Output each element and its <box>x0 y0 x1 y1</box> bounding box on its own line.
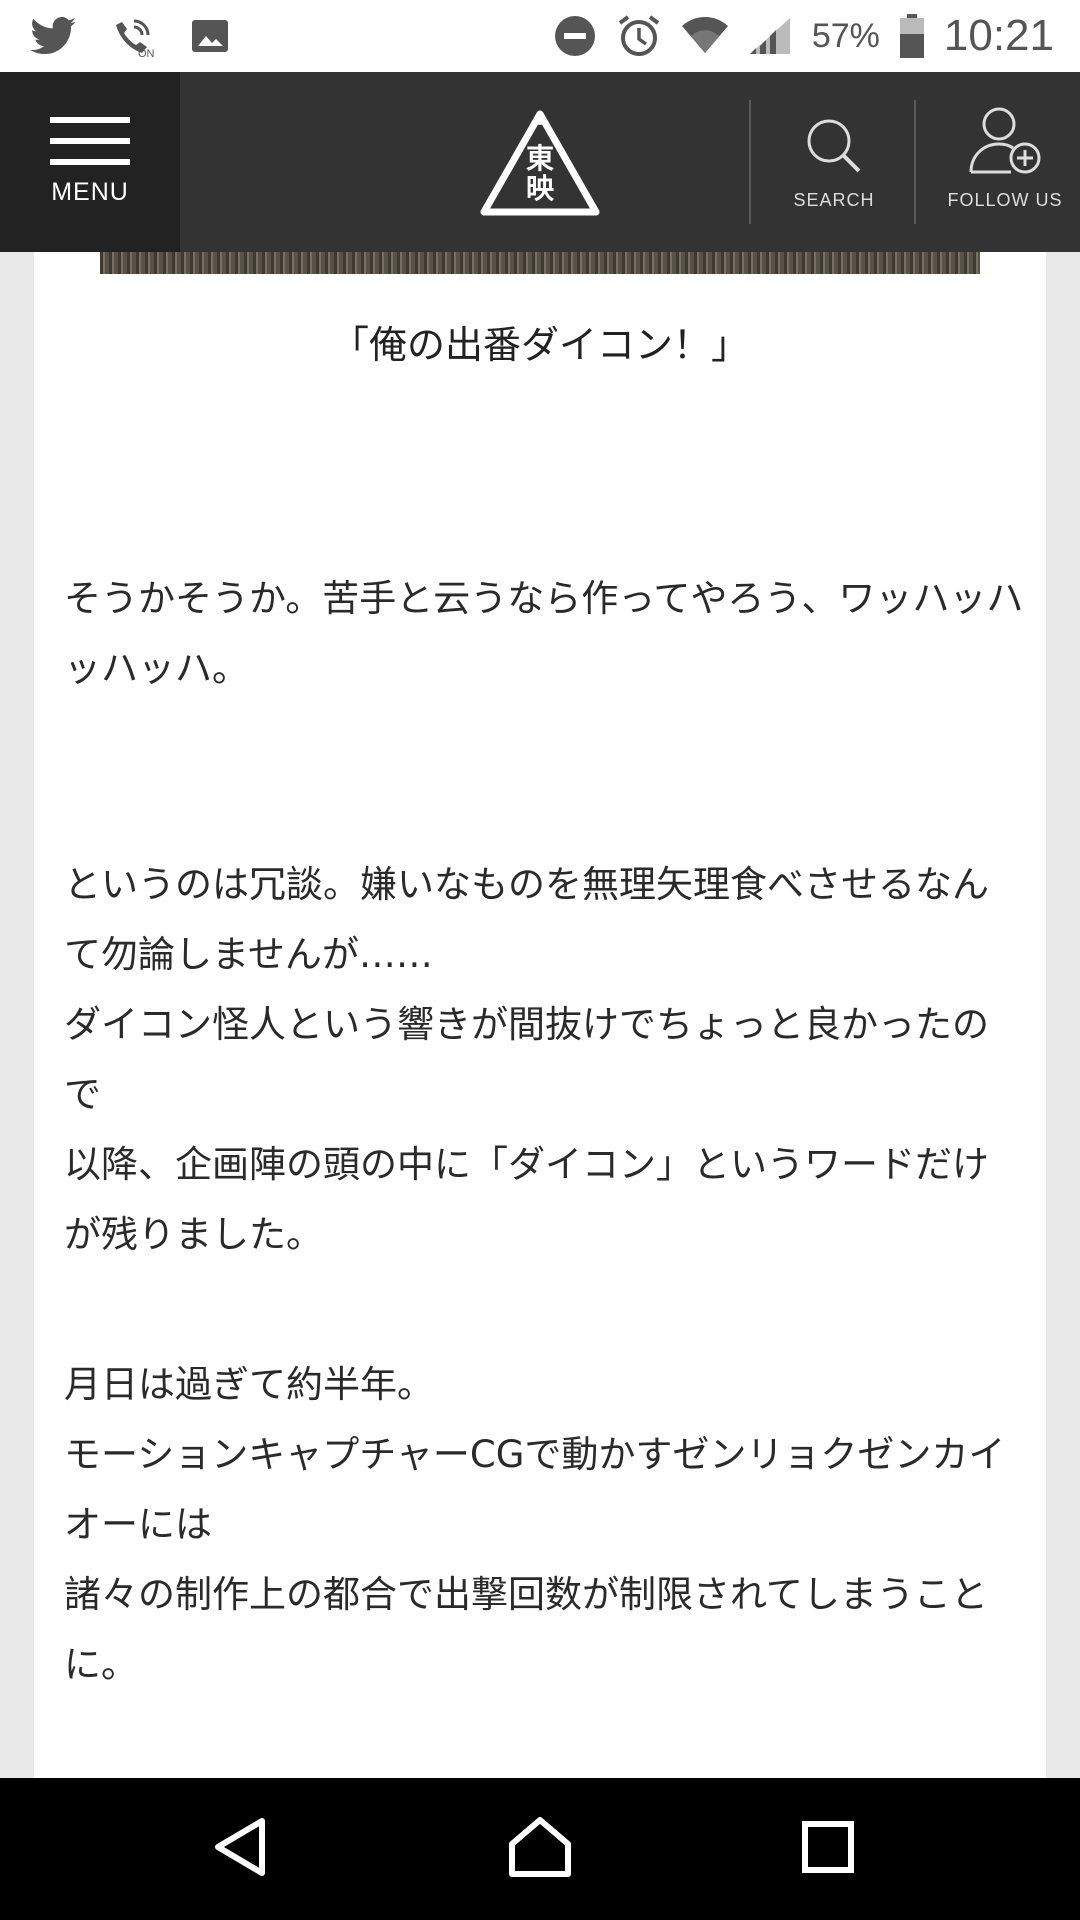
article-paragraph: モーションキャプチャーCGで動かすゼンリョクゼンカイオーには <box>64 1433 1006 1546</box>
menu-button[interactable]: MENU <box>0 72 180 252</box>
twitter-icon <box>30 17 76 55</box>
wifi-calling-icon: ON <box>110 13 156 59</box>
menu-label: MENU <box>51 178 129 206</box>
header-divider <box>749 100 751 224</box>
recents-icon <box>802 1821 854 1877</box>
svg-text:映: 映 <box>526 172 555 205</box>
svg-text:東: 東 <box>526 142 554 175</box>
header-divider <box>914 100 916 224</box>
search-button[interactable]: SEARCH <box>770 72 898 252</box>
hamburger-icon <box>50 117 130 180</box>
system-nav-bar <box>0 1778 1080 1920</box>
article-paragraph: 諸々の制作上の都合で出撃回数が制限されてしまうことに。 <box>64 1573 988 1686</box>
battery-percent: 57% <box>811 16 880 55</box>
article-paragraph: ダイコン怪人という響きが間抜けでちょっと良かったので <box>64 1003 989 1116</box>
image-icon <box>190 18 230 54</box>
back-button[interactable] <box>180 1778 300 1920</box>
search-label: SEARCH <box>793 190 875 210</box>
follow-us-button[interactable]: FOLLOW US <box>930 72 1080 252</box>
article-paragraph: 月日は過ぎて約半年。 <box>64 1363 434 1406</box>
recents-button[interactable] <box>768 1778 888 1920</box>
alarm-icon <box>616 13 662 59</box>
site-header: MENU 東 映 SEARCH FOLLOW US <box>0 72 1080 252</box>
home-icon <box>508 1816 572 1882</box>
follow-us-label: FOLLOW US <box>947 190 1063 210</box>
battery-icon <box>899 14 924 58</box>
signal-icon <box>748 16 792 56</box>
article-paragraph: そうかそうか。苦手と云うなら作ってやろう、ワッハッハッハッハ。 <box>64 577 1024 690</box>
status-bar: ON 57% 10:21 <box>0 0 1080 72</box>
article-card: 「俺の出番ダイコン！」 そうかそうか。苦手と云うなら作ってやろう、ワッハッハッハ… <box>34 252 1046 1778</box>
article-image <box>100 252 980 274</box>
image-caption: 「俺の出番ダイコン！」 <box>330 323 749 367</box>
back-icon <box>212 1817 268 1881</box>
wifi-icon <box>681 17 728 55</box>
article-paragraph: というのは冗談。嫌いなものを無理矢理食べさせるなんて勿論しませんが…… <box>64 863 989 976</box>
article-paragraph: 以降、企画陣の頭の中に「ダイコン」というワードだけが残りました。 <box>64 1143 989 1256</box>
toei-logo[interactable]: 東 映 <box>480 110 600 216</box>
search-icon <box>804 116 864 180</box>
do-not-disturb-icon <box>554 15 596 57</box>
svg-text:ON: ON <box>138 48 155 59</box>
add-user-icon <box>967 106 1043 180</box>
clock: 10:21 <box>943 11 1054 60</box>
home-button[interactable] <box>480 1778 600 1920</box>
